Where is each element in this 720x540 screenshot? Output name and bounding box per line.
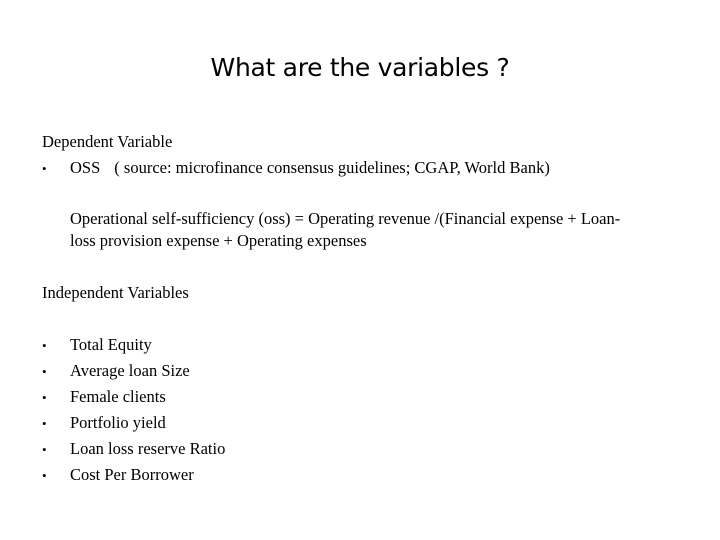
list-item: • Loan loss reserve Ratio bbox=[42, 436, 225, 463]
dependent-variable-heading: Dependent Variable bbox=[42, 132, 173, 151]
bullet-icon: • bbox=[42, 338, 47, 353]
list-item: • Total Equity bbox=[42, 332, 152, 359]
bullet-icon: • bbox=[42, 364, 47, 379]
list-item-label: Portfolio yield bbox=[70, 413, 166, 432]
bullet-icon: • bbox=[42, 390, 47, 405]
list-item-label: Average loan Size bbox=[70, 361, 190, 380]
bullet-icon: • bbox=[42, 468, 47, 483]
list-item-label: Loan loss reserve Ratio bbox=[70, 439, 226, 458]
dependent-variable-name: OSS bbox=[70, 158, 101, 177]
list-item-label: Female clients bbox=[70, 387, 166, 406]
independent-variables-heading: Independent Variables bbox=[42, 283, 189, 302]
oss-definition-line-1: Operational self-sufficiency (oss) = Ope… bbox=[70, 209, 621, 228]
oss-definition-line-2: loss provision expense + Operating expen… bbox=[70, 231, 367, 250]
list-item-label: Cost Per Borrower bbox=[70, 465, 194, 484]
slide-title: What are the variables ? bbox=[210, 53, 510, 82]
list-item: • Portfolio yield bbox=[42, 410, 166, 437]
list-item: • Cost Per Borrower bbox=[42, 462, 194, 489]
bullet-icon: • bbox=[42, 416, 47, 431]
list-item: • Female clients bbox=[42, 384, 166, 411]
dependent-variable-source: ( source: microfinance consensus guideli… bbox=[114, 158, 550, 177]
list-item: • Average loan Size bbox=[42, 358, 190, 385]
bullet-icon: • bbox=[42, 442, 47, 457]
list-item-label: Total Equity bbox=[70, 335, 152, 354]
dependent-variable-item: • OSS ( source: microfinance consensus gui… bbox=[42, 155, 550, 182]
oss-definition: Operational self-sufficiency (oss) = Ope… bbox=[70, 208, 670, 252]
bullet-icon: • bbox=[42, 161, 47, 176]
